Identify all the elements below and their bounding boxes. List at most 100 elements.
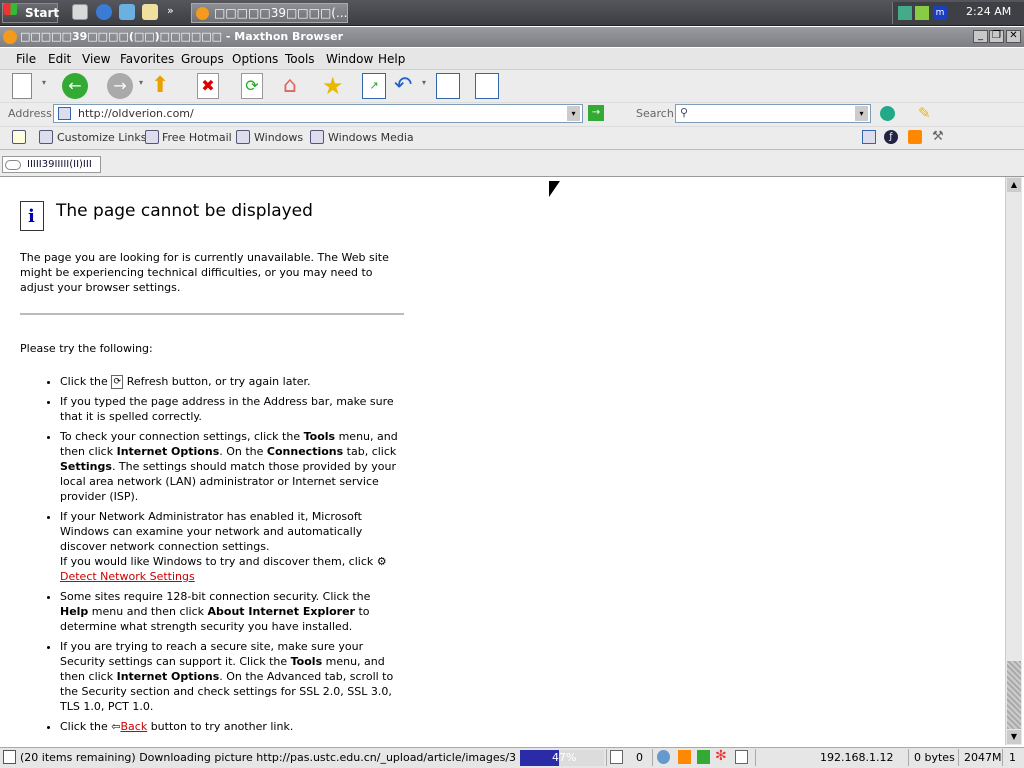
free-hotmail-icon: [145, 130, 159, 144]
media-plugin-icon[interactable]: [908, 130, 922, 144]
plugin-screenshot-icon[interactable]: [862, 130, 876, 144]
maxthon-tray-icon[interactable]: m: [933, 6, 947, 20]
tab-active[interactable]: IIIII39IIIII(II)III: [2, 156, 101, 173]
flash-plugin-icon[interactable]: ƒ: [884, 130, 898, 144]
forward-dropdown-icon[interactable]: ▾: [139, 78, 143, 87]
page-content: i The page cannot be displayed The page …: [2, 177, 1005, 745]
restore-button[interactable]: ❐: [989, 30, 1004, 43]
collector-icon[interactable]: [436, 73, 460, 99]
list-item: Click the ⟳ Refresh button, or try again…: [60, 374, 402, 389]
address-input[interactable]: http://oldverion.com/ ▾: [53, 104, 583, 123]
plugin-gear-icon[interactable]: ✻: [715, 748, 727, 764]
detect-network-settings-link[interactable]: Detect Network Settings: [60, 570, 195, 583]
menu-help[interactable]: Help: [378, 52, 405, 66]
list-item: If you typed the page address in the Add…: [60, 394, 402, 424]
task-label: □□□□□39□□□□(...: [214, 6, 348, 20]
back-link[interactable]: Back: [120, 720, 147, 733]
status-divider: [958, 749, 959, 766]
menu-view[interactable]: View: [82, 52, 110, 66]
list-item: To check your connection settings, click…: [60, 429, 402, 504]
download-icon[interactable]: [697, 750, 710, 764]
home-icon[interactable]: ⌂: [283, 73, 309, 99]
page-heading: The page cannot be displayed: [56, 201, 313, 221]
back-icon[interactable]: ←: [62, 73, 88, 99]
search-engine-dropdown-icon[interactable]: ▾: [855, 106, 868, 121]
status-divider: [652, 749, 653, 766]
maxthon-logo-icon: [3, 30, 17, 44]
status-divider: [755, 749, 756, 766]
ip-address: 192.168.1.12: [820, 751, 894, 764]
menu-favorites[interactable]: Favorites: [120, 52, 174, 66]
clock: 2:24 AM: [966, 5, 1012, 18]
search-label: Search: [636, 107, 674, 120]
menu-window[interactable]: Window: [326, 52, 373, 66]
links-star-icon[interactable]: [12, 130, 26, 144]
ie-icon[interactable]: [96, 4, 112, 20]
refresh-inline-icon: ⟳: [111, 375, 124, 389]
menu-file[interactable]: File: [16, 52, 36, 66]
show-desktop-icon[interactable]: [72, 4, 88, 20]
network-tray-icon[interactable]: [898, 6, 912, 20]
favorites-star-icon[interactable]: ★: [322, 73, 348, 99]
link-free-hotmail[interactable]: Free Hotmail: [162, 131, 232, 144]
close-button[interactable]: ✕: [1006, 30, 1021, 43]
proxy-icon[interactable]: [657, 750, 670, 764]
screenshot-status-icon[interactable]: [735, 750, 748, 764]
tools-plugin-icon[interactable]: ⚒: [932, 129, 944, 144]
search-input[interactable]: ⚲ ▾: [675, 104, 871, 123]
new-dropdown-icon[interactable]: ▾: [42, 78, 46, 87]
stop-icon[interactable]: ✖: [197, 73, 219, 99]
undo-close-icon[interactable]: ↶: [394, 73, 420, 99]
open-window-icon[interactable]: ↗: [362, 73, 386, 99]
tab-status-icon: [5, 160, 21, 170]
list-item: If you are trying to reach a secure site…: [60, 639, 402, 714]
go-icon[interactable]: →: [588, 105, 604, 121]
outlook-icon[interactable]: [119, 4, 135, 20]
status-divider: [606, 749, 607, 766]
vertical-scrollbar[interactable]: ▲ ▼: [1005, 177, 1022, 745]
up-folder-icon[interactable]: ⬆: [151, 73, 177, 99]
link-customize-links[interactable]: Customize Links: [57, 131, 147, 144]
zone-label: 1: [1009, 751, 1016, 764]
scroll-down-icon[interactable]: ▼: [1007, 730, 1021, 744]
search-folder-icon[interactable]: [142, 4, 158, 20]
window-titlebar: □□□□□39□□□□(□□)□□□□□□ - Maxthon Browser: [0, 27, 1024, 47]
tab-label: IIIII39IIIII(II)III: [27, 159, 92, 170]
scroll-thumb[interactable]: [1007, 661, 1021, 729]
list-item: Click the ⇦Back button to try another li…: [60, 719, 402, 734]
try-label: Please try the following:: [20, 342, 153, 355]
list-item: If your Network Administrator has enable…: [60, 509, 402, 584]
sidebar-icon[interactable]: [475, 73, 499, 99]
status-divider: [908, 749, 909, 766]
refresh-icon[interactable]: ⟳: [241, 73, 263, 99]
minimize-button[interactable]: _: [973, 30, 988, 43]
popup-blocker-icon[interactable]: [610, 750, 623, 764]
scroll-up-icon[interactable]: ▲: [1007, 178, 1021, 192]
status-divider: [1002, 749, 1003, 766]
windows-media-icon: [310, 130, 324, 144]
link-windows[interactable]: Windows: [254, 131, 303, 144]
new-page-icon[interactable]: [12, 73, 32, 99]
link-windows-media[interactable]: Windows Media: [328, 131, 414, 144]
detect-network-icon: ⚙: [376, 555, 387, 568]
menu-groups[interactable]: Groups: [181, 52, 224, 66]
tips-list: Click the ⟳ Refresh button, or try again…: [2, 374, 402, 739]
menu-options[interactable]: Options: [232, 52, 278, 66]
undo-dropdown-icon[interactable]: ▾: [422, 78, 426, 87]
search-icon: ⚲: [680, 106, 689, 119]
info-glyph: i: [28, 206, 35, 227]
quicklaunch-chevron-icon[interactable]: »: [167, 4, 174, 17]
taskbar-maxthon-task[interactable]: □□□□□39□□□□(...: [191, 3, 348, 23]
maxthon-task-icon: [196, 7, 209, 20]
menu-tools[interactable]: Tools: [285, 52, 315, 66]
address-label: Address: [8, 107, 52, 120]
search-go-icon[interactable]: [880, 106, 895, 121]
ad-hunter-icon[interactable]: [678, 750, 691, 764]
forward-icon[interactable]: →: [107, 73, 133, 99]
menu-edit[interactable]: Edit: [48, 52, 71, 66]
page-icon: [58, 107, 71, 120]
highlight-icon[interactable]: ✎: [918, 104, 931, 122]
tray-app-icon[interactable]: [915, 6, 929, 20]
memory-label: 2047M: [964, 751, 1002, 764]
address-dropdown-icon[interactable]: ▾: [567, 106, 580, 121]
